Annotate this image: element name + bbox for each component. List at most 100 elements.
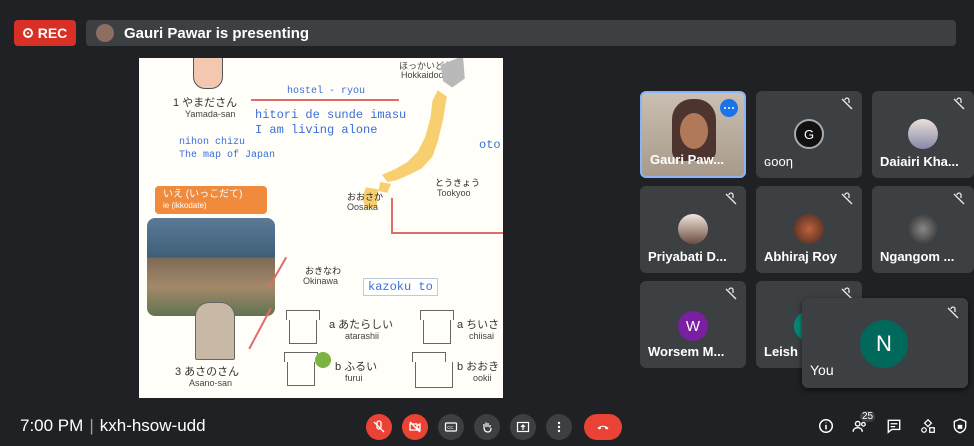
camera-off-icon [409, 421, 421, 433]
ookii-kana: b おおき [457, 361, 500, 373]
avatar [908, 214, 938, 244]
mic-off-icon [952, 192, 966, 206]
presenting-text: Gauri Pawar is presenting [124, 24, 310, 42]
shield-lock-icon [953, 418, 967, 434]
self-view-tile[interactable]: N You [802, 298, 968, 388]
osaka-romaji: Oosaka [347, 202, 379, 212]
mic-off-icon [840, 192, 854, 206]
house-icon [420, 310, 454, 344]
participant-tile-daiairi[interactable]: Daiairi Kha... [872, 91, 974, 178]
participant-count-badge: 25 [860, 411, 876, 422]
map-of-japan-text: The map of Japan [179, 150, 276, 161]
mic-off-icon [952, 97, 966, 111]
chiisai-romaji: chiisai [469, 331, 495, 341]
participant-tile-ngangom[interactable]: Ngangom ... [872, 186, 974, 273]
avatar-initial: W [685, 317, 701, 335]
participant-name: Ngangom ... [880, 249, 955, 264]
avatar-initial: N [876, 331, 892, 356]
yamada-kana: 1 やまださん [173, 97, 238, 109]
participant-tile-worsem[interactable]: W Worsem M... [640, 281, 746, 368]
participant-name: Priyabati D... [648, 249, 727, 264]
activities-button[interactable] [918, 416, 938, 436]
okinawa-romaji: Okinawa [303, 276, 339, 286]
present-icon [516, 421, 530, 433]
building-icon [412, 352, 453, 388]
participant-name: Worsem M... [648, 344, 725, 359]
nihon-chizu-text: nihon chizu [179, 137, 246, 148]
atarashii-kana: a あたらしい [329, 319, 394, 331]
participant-name: ɢooη [764, 154, 793, 169]
present-button[interactable] [510, 414, 536, 440]
phone-end-icon [597, 425, 609, 430]
house-icon [286, 310, 320, 344]
more-vert-icon [557, 421, 561, 433]
chat-icon [887, 419, 901, 434]
raise-hand-button[interactable] [474, 414, 500, 440]
participants-button[interactable]: 25 [850, 411, 876, 436]
mic-off-icon [724, 192, 738, 206]
osaka-line-h [391, 232, 503, 234]
tokyo-romaji: Tookyoo [437, 188, 471, 198]
participant-name: Daiairi Kha... [880, 154, 959, 169]
avatar [678, 214, 708, 244]
hand-icon [483, 422, 492, 433]
atarashii-romaji: atarashii [345, 331, 380, 341]
participant-tile-priyabati[interactable]: Priyabati D... [640, 186, 746, 273]
meeting-info: 7:00 PM | kxh-hsow-udd [20, 416, 206, 436]
top-bar: REC Gauri Pawar is presenting [0, 0, 974, 58]
info-icon [818, 418, 834, 434]
furui-romaji: furui [345, 373, 363, 383]
participant-tile-gauri[interactable]: Gauri Paw... [640, 91, 746, 178]
yamada-romaji: Yamada-san [185, 109, 236, 119]
captions-button[interactable]: CC [438, 414, 464, 440]
ookii-romaji: ookii [473, 373, 492, 383]
kazoku-text: kazoku to [368, 280, 433, 294]
kazoku-box: kazoku to [363, 278, 438, 296]
meeting-code: kxh-hsow-udd [99, 416, 206, 435]
participant-tile-abhiraj[interactable]: Abhiraj Roy [756, 186, 862, 273]
record-icon [22, 28, 33, 38]
chat-button[interactable] [884, 416, 904, 436]
tree-icon [315, 352, 331, 368]
mic-off-icon [373, 420, 385, 433]
recording-label: REC [37, 25, 68, 41]
presenter-avatar [96, 24, 114, 42]
ie-kana: いえ (いっこだて) [163, 189, 243, 200]
asano-figure [195, 302, 235, 360]
yamada-figure [193, 58, 223, 89]
ie-romaji: ie (ikkodate) [163, 201, 207, 210]
activities-icon [921, 418, 935, 433]
self-name: You [810, 362, 834, 378]
asano-kana: 3 あさのさん [175, 366, 240, 378]
mic-off-icon [840, 97, 854, 111]
japan-map [362, 58, 465, 209]
clock-time: 7:00 PM [20, 416, 84, 435]
chiisai-kana: a ちいさ [457, 319, 500, 331]
mic-toggle-button[interactable] [366, 414, 392, 440]
avatar: G [794, 119, 824, 149]
leave-call-button[interactable] [584, 414, 622, 440]
participant-name: Gauri Paw... [650, 152, 724, 167]
camera-toggle-button[interactable] [402, 414, 428, 440]
host-controls-button[interactable] [950, 416, 970, 436]
divider: | [89, 416, 94, 435]
asano-romaji: Asano-san [189, 378, 233, 388]
participant-name: Leish [764, 344, 798, 359]
furui-kana: b ふるい [335, 361, 378, 373]
participant-tile-goon[interactable]: G ɢooη [756, 91, 862, 178]
avatar: N [860, 320, 908, 368]
svg-text:CC: CC [447, 425, 454, 430]
osaka-line [391, 198, 393, 232]
house-icon [284, 352, 318, 386]
more-options-button[interactable] [546, 414, 572, 440]
meeting-details-button[interactable] [816, 416, 836, 436]
bottom-bar: 7:00 PM | kxh-hsow-udd CC 25 [0, 406, 974, 446]
mic-off-icon [724, 287, 738, 301]
shared-slide: 1 やまださん Yamada-san hostel - ryou hitori … [139, 58, 503, 398]
captions-icon: CC [444, 422, 458, 432]
more-options-button[interactable] [720, 99, 738, 117]
recording-badge[interactable]: REC [14, 20, 76, 46]
ie-label-box: いえ (いっこだて) ie (ikkodate) [155, 186, 267, 214]
gauri-face [680, 113, 708, 149]
presenting-banner: Gauri Pawar is presenting [86, 20, 956, 46]
